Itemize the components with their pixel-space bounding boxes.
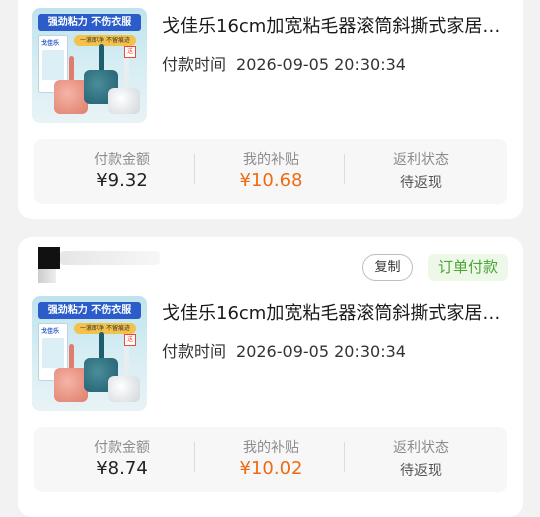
box-strip-graphic <box>42 50 64 80</box>
redacted-avatar <box>38 247 60 269</box>
pay-time-row: 付款时间 2026-09-05 20:30:34 <box>162 338 406 362</box>
gift-badge: 送 <box>124 46 136 58</box>
box-strip-graphic <box>42 338 64 368</box>
copy-button[interactable]: 复制 <box>362 254 413 281</box>
rebate-status-value: 待返现 <box>400 463 442 479</box>
roller-handle-graphic <box>69 344 74 370</box>
order-card[interactable]: 复制 订单付款 强劲粘力 不伤衣服 戈佳乐 一滚即净 不留痕迹 送 戈佳乐16c… <box>18 237 523 517</box>
paid-amount-value: ¥8.74 <box>96 458 148 479</box>
pink-roller-graphic <box>54 368 88 402</box>
gift-badge: 送 <box>124 334 136 346</box>
paid-amount-label: 付款金额 <box>94 152 150 168</box>
order-status-badge: 订单付款 <box>428 254 508 281</box>
redacted-avatar-strip <box>38 269 56 283</box>
product-thumbnail[interactable]: 强劲粘力 不伤衣服 戈佳乐 一滚即净 不留痕迹 送 <box>32 296 147 411</box>
roller-handle-graphic <box>99 332 104 360</box>
thumbnail-banner: 强劲粘力 不伤衣服 <box>38 302 141 319</box>
stats-divider <box>194 442 195 472</box>
roller-handle-graphic <box>124 342 129 378</box>
pay-time-row: 付款时间 2026-09-05 20:30:34 <box>162 51 406 75</box>
pay-time-value: 2026-09-05 20:30:34 <box>236 55 406 74</box>
pay-time-value: 2026-09-05 20:30:34 <box>236 342 406 361</box>
stats-divider <box>194 154 195 184</box>
thumbnail-tag: 一滚即净 不留痕迹 <box>74 35 136 46</box>
subsidy-label: 我的补贴 <box>243 440 299 456</box>
product-title[interactable]: 戈佳乐16cm加宽粘毛器滚筒斜撕式家居… <box>162 299 502 325</box>
product-thumbnail[interactable]: 强劲粘力 不伤衣服 戈佳乐 一滚即净 不留痕迹 送 <box>32 8 147 123</box>
pink-roller-graphic <box>54 80 88 114</box>
subsidy-value: ¥10.68 <box>239 170 303 191</box>
redacted-shop-name <box>60 251 160 265</box>
box-brand-label: 戈佳乐 <box>41 40 60 47</box>
order-stats-panel: 付款金额 ¥9.32 我的补贴 ¥10.68 返利状态 待返现 <box>34 139 507 204</box>
pay-time-label: 付款时间 <box>162 342 227 361</box>
pay-time-label: 付款时间 <box>162 55 227 74</box>
box-brand-label: 戈佳乐 <box>41 328 60 335</box>
order-stats-panel: 付款金额 ¥8.74 我的补贴 ¥10.02 返利状态 待返现 <box>34 427 507 492</box>
product-title[interactable]: 戈佳乐16cm加宽粘毛器滚筒斜撕式家居… <box>162 12 502 38</box>
subsidy-value: ¥10.02 <box>239 458 303 479</box>
order-card[interactable]: 强劲粘力 不伤衣服 戈佳乐 一滚即净 不留痕迹 送 戈佳乐16cm加宽粘毛器滚筒… <box>18 0 523 219</box>
roller-handle-graphic <box>99 44 104 72</box>
paid-amount-value: ¥9.32 <box>96 170 148 191</box>
roller-handle-graphic <box>124 54 129 90</box>
stats-divider <box>344 154 345 184</box>
rebate-status-label: 返利状态 <box>393 152 449 168</box>
rebate-status-label: 返利状态 <box>393 440 449 456</box>
roller-handle-graphic <box>69 56 74 82</box>
rebate-status-value: 待返现 <box>400 175 442 191</box>
subsidy-label: 我的补贴 <box>243 152 299 168</box>
white-roller-graphic <box>108 88 140 114</box>
white-roller-graphic <box>108 376 140 402</box>
thumbnail-banner: 强劲粘力 不伤衣服 <box>38 14 141 31</box>
thumbnail-tag: 一滚即净 不留痕迹 <box>74 323 136 334</box>
stats-divider <box>344 442 345 472</box>
paid-amount-label: 付款金额 <box>94 440 150 456</box>
